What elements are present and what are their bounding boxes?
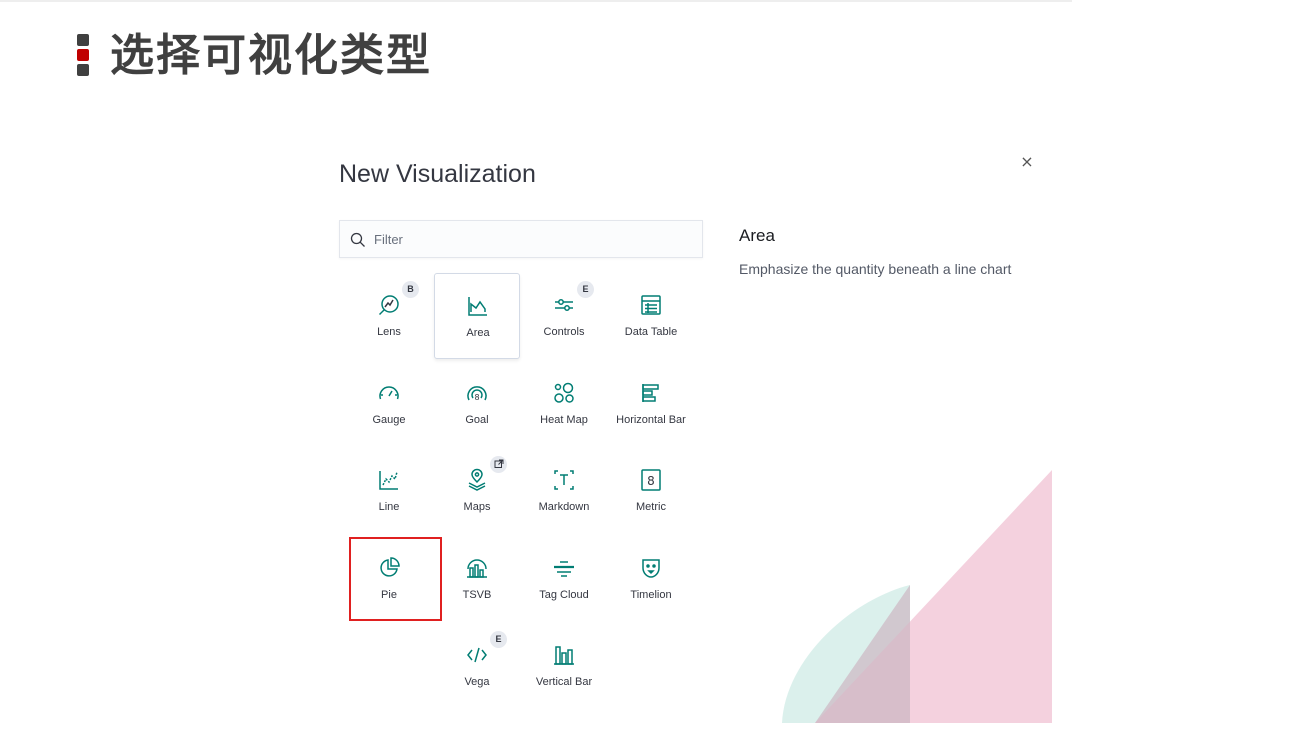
tile-markdown[interactable]: Markdown [521, 448, 607, 534]
search-icon [350, 232, 365, 247]
tile-label: Line [378, 501, 400, 513]
top-divider [0, 0, 1072, 2]
tile-timelion[interactable]: Timelion [608, 536, 694, 622]
tile-label: Data Table [624, 326, 678, 338]
tile-label: Markdown [538, 501, 590, 513]
horizontal-bar-icon [642, 384, 659, 402]
vega-icon [467, 647, 487, 663]
tile-pie[interactable]: Pie [346, 536, 432, 622]
tile-area[interactable]: Area [434, 273, 520, 359]
svg-text:8: 8 [474, 393, 479, 402]
slide-title: 选择可视化类型 [110, 30, 432, 81]
tile-label: TSVB [462, 589, 492, 601]
tile-vertical-bar[interactable]: Vertical Bar [521, 623, 607, 709]
flyout-title: New Visualization [339, 160, 536, 188]
tsvb-icon [467, 559, 487, 578]
tile-label: Area [466, 327, 490, 339]
tile-maps[interactable]: Maps [434, 448, 520, 534]
tile-tsvb[interactable]: TSVB [434, 536, 520, 622]
tile-label: Vertical Bar [535, 676, 593, 688]
tile-label: Vega [464, 676, 490, 688]
vertical-bar-icon [554, 646, 574, 665]
tile-heat-map[interactable]: Heat Map [521, 361, 607, 447]
maps-icon [468, 468, 486, 491]
filter-input[interactable] [374, 221, 694, 257]
gauge-icon [379, 386, 399, 400]
tile-label: Goal [465, 414, 489, 426]
tile-line[interactable]: Line [346, 448, 432, 534]
close-button[interactable]: × [1018, 153, 1036, 171]
tile-tag-cloud[interactable]: Tag Cloud [521, 536, 607, 622]
tile-data-table[interactable]: Data Table [608, 273, 694, 359]
decorative-illustration [782, 470, 1052, 723]
external-link-icon [494, 459, 503, 468]
metric-icon: 8 [641, 469, 661, 491]
pie-chart-icon [380, 557, 400, 577]
experimental-badge: E [490, 631, 507, 648]
tile-gauge[interactable]: Gauge [346, 361, 432, 447]
tile-horizontal-bar[interactable]: Horizontal Bar [608, 361, 694, 447]
tile-label: Gauge [372, 414, 406, 426]
tile-label: Controls [543, 326, 585, 338]
line-chart-icon [379, 471, 398, 490]
tile-lens[interactable]: B Lens [346, 273, 432, 359]
external-link-badge [490, 456, 507, 473]
controls-icon [555, 299, 573, 311]
tile-label: Lens [377, 326, 401, 338]
tile-goal[interactable]: 8 Goal [434, 361, 520, 447]
markdown-icon [554, 470, 574, 490]
experimental-badge: E [577, 281, 594, 298]
tag-cloud-icon [554, 561, 574, 577]
slide-title-marker [77, 34, 89, 79]
svg-text:8: 8 [647, 474, 655, 488]
tile-label: Maps [463, 501, 491, 513]
tile-vega[interactable]: E Vega [434, 623, 520, 709]
tile-label: Tag Cloud [539, 589, 589, 601]
goal-icon: 8 [467, 386, 487, 402]
area-chart-icon [468, 297, 487, 316]
timelion-icon [642, 559, 660, 578]
beta-badge: B [402, 281, 419, 298]
tile-label: Metric [636, 501, 666, 513]
tile-metric[interactable]: 8 Metric [608, 448, 694, 534]
data-table-icon [641, 295, 661, 315]
tile-label: Heat Map [540, 414, 588, 426]
filter-field[interactable] [339, 220, 703, 258]
lens-icon [378, 295, 399, 316]
tile-controls[interactable]: E Controls [521, 273, 607, 359]
heat-map-icon [554, 382, 574, 403]
tile-label: Horizontal Bar [616, 414, 686, 426]
tile-label: Timelion [630, 589, 672, 601]
detail-title: Area [739, 226, 775, 245]
tile-label: Pie [381, 589, 397, 601]
detail-description: Emphasize the quantity beneath a line ch… [739, 261, 1012, 277]
visualization-type-grid: B Lens Area E Controls Data Table Gauge [346, 273, 698, 713]
